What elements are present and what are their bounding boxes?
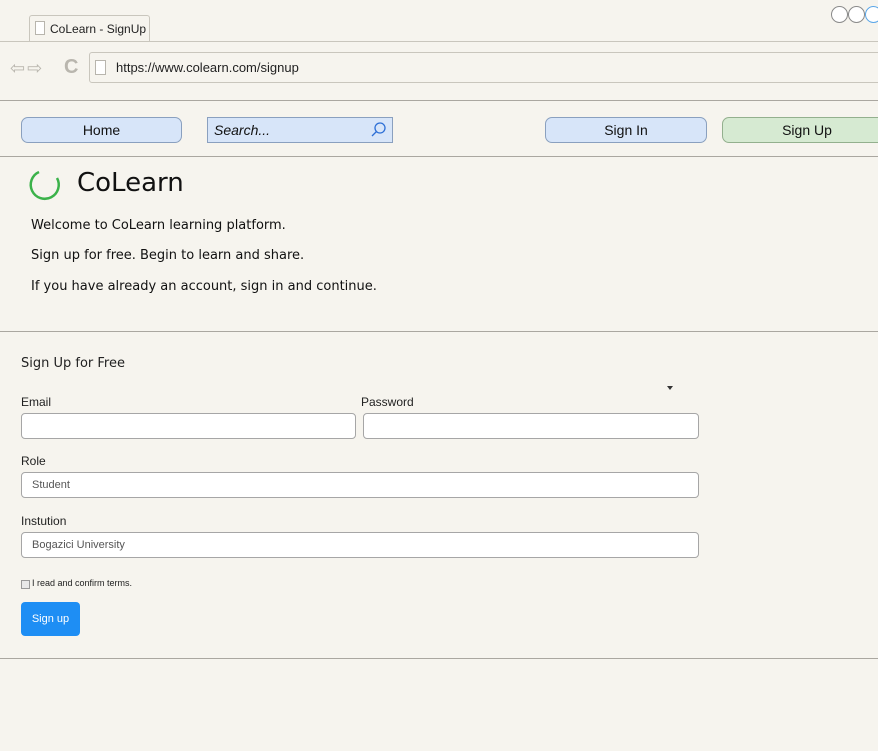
window-controls xyxy=(831,6,878,26)
home-button[interactable]: Home xyxy=(21,117,182,143)
tab-strip: CoLearn - SignUp xyxy=(0,0,878,42)
welcome-text: Welcome to CoLearn learning platform. xyxy=(31,218,286,233)
search-icon[interactable] xyxy=(370,121,388,139)
signin-prompt-text: If you have already an account, sign in … xyxy=(31,279,377,294)
document-icon xyxy=(35,21,45,35)
divider xyxy=(0,658,878,659)
form-title: Sign Up for Free xyxy=(21,356,125,371)
password-label: Password xyxy=(361,395,414,409)
email-label: Email xyxy=(21,395,52,409)
signup-prompt-text: Sign up for free. Begin to learn and sha… xyxy=(31,248,305,263)
divider xyxy=(0,156,878,157)
back-arrow-icon[interactable]: ⇦ xyxy=(10,58,27,78)
terms-label: I read and confirm terms. xyxy=(32,578,133,588)
url-text[interactable]: https://www.colearn.com/signup xyxy=(116,60,299,75)
terms-checkbox[interactable] xyxy=(21,580,30,589)
password-field[interactable] xyxy=(363,413,699,439)
window-maximize-icon[interactable] xyxy=(865,6,878,23)
search-box[interactable]: Search... xyxy=(207,117,393,143)
forward-arrow-icon[interactable]: ⇨ xyxy=(27,58,44,78)
email-field[interactable] xyxy=(21,413,356,439)
brand-name: CoLearn xyxy=(77,168,184,198)
institution-label: Instution xyxy=(21,514,67,528)
browser-tab[interactable]: CoLearn - SignUp xyxy=(29,15,150,41)
role-select[interactable]: Student xyxy=(21,472,699,498)
signin-button[interactable]: Sign In xyxy=(545,117,707,143)
address-bar[interactable]: https://www.colearn.com/signup xyxy=(89,52,878,83)
colearn-logo-icon xyxy=(29,170,60,200)
tab-title: CoLearn - SignUp xyxy=(50,22,147,36)
window-minimize-icon[interactable] xyxy=(848,6,865,23)
navigation-bar: ⇦⇨ C https://www.colearn.com/signup xyxy=(0,52,878,88)
dropdown-caret-icon xyxy=(667,386,673,390)
signup-nav-button[interactable]: Sign Up xyxy=(722,117,878,143)
nav-arrows: ⇦⇨ xyxy=(10,58,44,79)
document-icon xyxy=(95,60,106,75)
browser-window: CoLearn - SignUp ⇦⇨ C https://www.colear… xyxy=(0,0,878,751)
signup-submit-button[interactable]: Sign up xyxy=(21,602,80,636)
reload-icon[interactable]: C xyxy=(64,56,78,79)
search-input[interactable]: Search... xyxy=(214,122,270,138)
divider xyxy=(0,100,878,101)
window-close-icon[interactable] xyxy=(831,6,848,23)
divider xyxy=(0,331,878,332)
institution-field[interactable]: Bogazici University xyxy=(21,532,699,558)
role-label: Role xyxy=(21,454,46,468)
